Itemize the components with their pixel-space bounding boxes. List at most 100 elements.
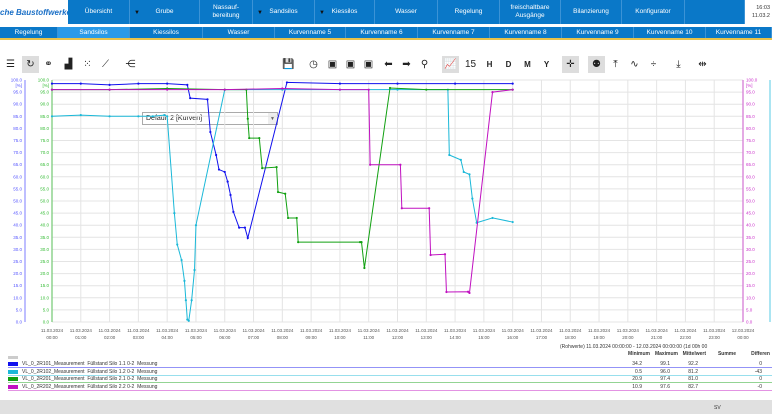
data-point xyxy=(491,216,494,220)
nav-item-label: Grube xyxy=(155,8,174,15)
tab-kurvenname-9[interactable]: Kurvenname 9 xyxy=(562,27,634,38)
interval-hour-icon[interactable]: H xyxy=(481,56,498,73)
data-point xyxy=(229,193,232,197)
period-1-icon[interactable]: ▣ xyxy=(324,56,341,73)
curve-select-icon[interactable]: ⋲ xyxy=(122,56,139,73)
nav-item-2[interactable]: Nassauf- bereitung xyxy=(200,0,253,24)
data-point xyxy=(448,153,451,157)
area-chart-icon[interactable]: ▟ xyxy=(60,56,77,73)
interval-15min-icon[interactable]: 15 xyxy=(462,56,479,73)
legend-label: VL_0_2R201_Measurement Füllstand Silo 2.… xyxy=(22,376,157,382)
draw-icon[interactable]: ⟋ xyxy=(97,56,114,73)
zoom-out-icon[interactable]: ⚲ xyxy=(416,56,433,73)
tab-wasser[interactable]: Wasser xyxy=(203,27,275,38)
scatter-icon[interactable]: ⁙ xyxy=(79,56,96,73)
data-point xyxy=(400,207,403,210)
arrow-right-icon[interactable]: ➡ xyxy=(398,56,415,73)
auto-scale-icon[interactable]: 📈 xyxy=(442,56,459,73)
nav-item-3[interactable]: ▼ Sandsilos xyxy=(253,0,315,24)
y-tick-label: 50.0 xyxy=(40,199,49,204)
nav-item-6[interactable]: Regelung xyxy=(438,0,500,24)
y-tick-label: 70.0 xyxy=(13,150,22,155)
data-point xyxy=(338,82,342,85)
scale-icon[interactable]: ⤒ xyxy=(607,56,624,73)
nav-item-9[interactable]: Konfigurator xyxy=(622,0,685,24)
nav-item-8[interactable]: Bilanzierung xyxy=(561,0,622,24)
x-tick-label: 14:00 xyxy=(449,335,461,340)
line-chart[interactable]: 11.03.2024 00:00 11.03.2024 01:00 11.03.2024… xyxy=(0,76,772,346)
nav-item-label: Konfigurator xyxy=(635,8,671,15)
legend-divider xyxy=(8,389,772,391)
download-icon[interactable]: ⤓ xyxy=(670,56,687,73)
data-point xyxy=(261,166,264,170)
y-tick-label: 75.0 xyxy=(40,138,49,143)
tab-kurvenname-11[interactable]: Kurvenname 11 xyxy=(706,27,772,38)
interval-day-icon[interactable]: D xyxy=(500,56,517,73)
y-tick-label: 55.0 xyxy=(746,186,755,191)
marker-icon[interactable]: ⚉ xyxy=(588,56,605,73)
x-tick-date: 11.03.2024 xyxy=(588,328,611,333)
expand-icon[interactable]: ⇹ xyxy=(694,56,711,73)
tab-kurvenname-10[interactable]: Kurvenname 10 xyxy=(634,27,706,38)
y-tick-label: 5.0 xyxy=(16,307,23,312)
crosshair-icon[interactable]: ✛ xyxy=(562,56,579,73)
y-tick-label: 35.0 xyxy=(40,235,49,240)
x-tick-date: 11.03.2024 xyxy=(502,328,525,333)
y-tick-label: 20.0 xyxy=(746,271,755,276)
smooth-icon[interactable]: ∿ xyxy=(626,56,643,73)
legend-avg: 81.0 xyxy=(688,376,698,382)
y-axis-unit: [%] xyxy=(42,83,49,88)
arrow-left-icon[interactable]: ⬅ xyxy=(380,56,397,73)
save-icon[interactable]: 💾 xyxy=(280,56,297,73)
x-tick-date: 11.03.2024 xyxy=(415,328,438,333)
legend-diff: -43 xyxy=(754,368,762,375)
data-point xyxy=(275,166,278,169)
x-tick-label: 23:00 xyxy=(709,335,721,340)
x-tick-date: 11.03.2024 xyxy=(300,328,323,333)
y-tick-label: 20.0 xyxy=(13,271,22,276)
link-icon[interactable]: ⚭ xyxy=(40,56,57,73)
tab-kurvenname-5[interactable]: Kurvenname 5 xyxy=(275,27,346,38)
data-point xyxy=(79,113,82,117)
period-7-icon[interactable]: ▣ xyxy=(342,56,359,73)
tab-kiessilos[interactable]: Kiessilos xyxy=(130,27,203,38)
chevron-down-icon: ▼ xyxy=(257,10,263,16)
interval-year-icon[interactable]: Y xyxy=(538,56,555,73)
nav-item-0[interactable]: Übersicht xyxy=(68,0,130,24)
menu-icon[interactable]: ☰ xyxy=(2,56,19,73)
nav-item-1[interactable]: ▼ Grube xyxy=(130,0,200,24)
data-point xyxy=(428,207,431,210)
nav-item-7[interactable]: freischaltbare Ausgänge xyxy=(500,0,561,24)
tab-sandsilos[interactable]: Sandsilos xyxy=(58,27,130,38)
y-tick-label: 35.0 xyxy=(746,235,755,240)
legend-diff: 0 xyxy=(759,361,762,367)
interval-month-icon[interactable]: M xyxy=(519,56,536,73)
tab-kurvenname-8[interactable]: Kurvenname 8 xyxy=(490,27,562,38)
y-tick-label: 80.0 xyxy=(40,126,49,131)
data-point xyxy=(166,88,169,91)
x-tick-label: 11:00 xyxy=(363,335,374,340)
nav-item-4[interactable]: ▼ Kiessilos xyxy=(315,0,375,24)
y-tick-label: 30.0 xyxy=(746,247,755,252)
tab-regelung[interactable]: Regelung xyxy=(0,27,58,38)
data-point xyxy=(176,243,179,246)
nav-item-5[interactable]: Wasser xyxy=(375,0,438,24)
y-tick-label: 70.0 xyxy=(40,150,49,155)
data-point xyxy=(396,82,399,85)
data-point xyxy=(459,158,462,161)
x-tick-label: 03:00 xyxy=(133,335,145,340)
x-tick-date: 11.03.2024 xyxy=(559,328,582,333)
split-icon[interactable]: ÷ xyxy=(645,56,662,73)
legend-row[interactable]: VL_0_2R202_Measurement Füllstand Silo 2.… xyxy=(8,384,772,392)
x-tick-date: 11.03.2024 xyxy=(70,328,93,333)
clock-icon[interactable]: ◷ xyxy=(305,56,322,73)
y-tick-label: 60.0 xyxy=(13,174,22,179)
refresh-icon[interactable]: ↻ xyxy=(22,56,39,73)
period-31-icon[interactable]: ▣ xyxy=(360,56,377,73)
data-point xyxy=(248,136,251,140)
legend-max: 96.0 xyxy=(660,368,670,375)
tab-kurvenname-7[interactable]: Kurvenname 7 xyxy=(418,27,490,38)
tab-kurvenname-6[interactable]: Kurvenname 6 xyxy=(346,27,418,38)
y-tick-label: 70.0 xyxy=(746,150,755,155)
y-tick-label: 30.0 xyxy=(40,247,49,252)
